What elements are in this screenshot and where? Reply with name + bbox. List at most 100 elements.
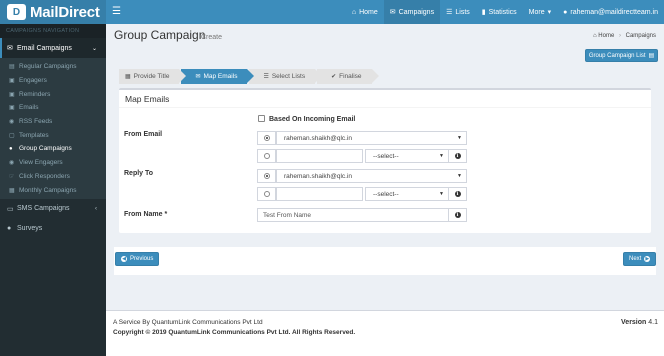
step-provide-title[interactable]: ▦ Provide Title [119, 69, 187, 84]
nav-user-label: raheman@maildirectteam.in [570, 8, 658, 16]
bars-icon[interactable]: ☰ [112, 6, 122, 18]
reply-to-radio-existing[interactable] [257, 169, 276, 183]
step-finalise[interactable]: ✔ Finalise [317, 69, 380, 84]
reply-to-select[interactable]: raheman.shaikh@qlc.in ▼ [276, 169, 467, 183]
from-email-domain-select[interactable]: --select-- ▼ [365, 149, 449, 163]
sidebar-item-label: Reminders [19, 90, 51, 98]
info-icon: i [454, 153, 461, 159]
radio-button [263, 173, 270, 179]
caret-down-icon: ▼ [439, 191, 444, 197]
list-icon: ▤ [9, 64, 15, 71]
from-email-radio-new[interactable] [257, 149, 276, 163]
caret-down-icon: ▼ [439, 153, 444, 159]
sidebar-item-surveys[interactable]: ● Surveys [0, 219, 106, 239]
arrow-right-icon: ▶ [644, 256, 651, 262]
reply-to-local-input[interactable] [276, 187, 363, 201]
sidebar-item-rss-feeds[interactable]: ◉ RSS Feeds [0, 115, 106, 129]
caret-down-icon: ▼ [457, 173, 462, 179]
nav-campaigns[interactable]: ✉ Campaigns [383, 0, 441, 24]
from-email-local-input[interactable] [276, 149, 363, 163]
sidebar-item-label: Surveys [17, 225, 43, 233]
sidebar-item-reminders[interactable]: ▣ Reminders [0, 87, 106, 101]
from-email-radio-existing[interactable] [257, 131, 276, 145]
reply-to-domain-select[interactable]: --select-- ▼ [365, 187, 449, 201]
nav-statistics[interactable]: ▮ Statistics [476, 0, 523, 24]
users-icon: ● [9, 145, 13, 152]
previous-button[interactable]: ◀ Previous [115, 252, 160, 266]
incoming-email-checkbox[interactable] [258, 115, 265, 122]
sidebar-submenu: ▤ Regular Campaigns ▣ Engagers ▣ Reminde… [0, 58, 106, 199]
nav-lists[interactable]: ☰ Lists [440, 0, 476, 24]
list-icon: ☰ [446, 9, 453, 16]
nav-home[interactable]: ⌂ Home [346, 0, 384, 24]
info-icon: i [454, 191, 461, 197]
reply-to-info-button[interactable]: i [448, 187, 467, 201]
sidebar-item-group-campaigns[interactable]: ● Group Campaigns [0, 142, 106, 156]
brand-logo[interactable]: D MailDirect [0, 0, 106, 24]
footer-version: Version 4.1 [621, 319, 658, 326]
top-nav-menu: ⌂ Home ✉ Campaigns ☰ Lists ▮ Statistics … [346, 0, 664, 24]
radio-button [263, 153, 270, 159]
footer: A Service By QuantumLink Communications … [106, 310, 664, 356]
envelope-icon: ✉ [7, 45, 13, 52]
wizard-steps: ▦ Provide Title ✉ Map Emails ☰ Select Li… [119, 69, 380, 84]
from-email-domain-placeholder: --select-- [373, 152, 399, 160]
sidebar-item-click-responders[interactable]: ☞ Click Responders [0, 170, 106, 184]
template-icon: ▢ [9, 132, 15, 139]
brand-name: MailDirect [30, 3, 100, 21]
breadcrumb-home[interactable]: Home [598, 33, 614, 39]
sidebar-header: CAMPAIGNS NAVIGATION [0, 24, 106, 38]
sidebar-item-monthly-campaigns[interactable]: ▦ Monthly Campaigns [0, 183, 106, 197]
caret-down-icon: ▼ [457, 135, 462, 141]
nav-campaigns-label: Campaigns [398, 8, 435, 16]
caret-down-icon: ▾ [547, 9, 552, 16]
nav-more-label: More [528, 8, 545, 16]
sidebar-item-regular-campaigns[interactable]: ▤ Regular Campaigns [0, 60, 106, 74]
reply-to-domain-placeholder: --select-- [373, 190, 399, 198]
group-campaign-list-button[interactable]: Group Campaign List ▤ [585, 49, 658, 62]
footer-copyright: Copyright © 2019 QuantumLink Communicati… [113, 329, 356, 336]
incoming-email-label: Based On Incoming Email [269, 116, 356, 123]
from-name-label: From Name * [124, 211, 168, 218]
sidebar-item-label: Emails [19, 104, 39, 112]
from-name-input[interactable]: Test From Name [257, 208, 450, 222]
sidebar-item-view-engagers[interactable]: ◉ View Engagers [0, 156, 106, 170]
map-emails-panel: Map Emails Based On Incoming Email From … [119, 88, 651, 233]
from-email-info-button[interactable]: i [448, 149, 467, 163]
from-name-value: Test From Name [263, 211, 312, 219]
sidebar-item-email-campaigns[interactable]: ✉ Email Campaigns ⌄ [0, 38, 106, 58]
chevron-down-icon: ⌄ [91, 45, 97, 52]
previous-button-label: Previous [130, 256, 154, 262]
top-navbar: D MailDirect ☰ ⌂ Home ✉ Campaigns ☰ List… [0, 0, 664, 24]
check-icon: ✔ [331, 74, 337, 80]
sidebar-item-engagers[interactable]: ▣ Engagers [0, 74, 106, 88]
sidebar-item-sms-campaigns[interactable]: ▭ SMS Campaigns ‹ [0, 199, 106, 219]
step-map-emails[interactable]: ✉ Map Emails [181, 69, 255, 84]
logo-badge-icon: D [7, 4, 26, 20]
sidebar-item-templates[interactable]: ▢ Templates [0, 128, 106, 142]
rss-icon: ◉ [9, 119, 15, 126]
from-email-select[interactable]: raheman.shaikh@qlc.in ▼ [276, 131, 467, 145]
sms-icon: ▭ [7, 205, 14, 213]
bar-chart-icon: ▮ [481, 9, 486, 16]
from-email-selected: raheman.shaikh@qlc.in [284, 134, 353, 142]
version-value: 4.1 [648, 319, 658, 326]
nav-user[interactable]: ● raheman@maildirectteam.in [557, 0, 664, 24]
nav-home-label: Home [359, 8, 378, 16]
step-label: Map Emails [203, 73, 238, 80]
sidebar-item-emails[interactable]: ▣ Emails [0, 101, 106, 115]
sidebar-item-label: Templates [19, 131, 49, 139]
from-name-info-button[interactable]: i [448, 208, 467, 222]
wizard-nav-area: ◀ Previous Next ▶ [114, 247, 657, 275]
grid-icon: ▦ [125, 74, 131, 80]
users-icon: ● [7, 225, 12, 233]
step-select-lists[interactable]: ☰ Select Lists [249, 69, 322, 84]
arrow-left-icon: ◀ [121, 256, 127, 262]
nav-more[interactable]: More ▾ [523, 0, 557, 24]
reply-to-radio-new[interactable] [257, 187, 276, 201]
sidebar-item-label: SMS Campaigns [17, 205, 70, 213]
breadcrumb-current: Campaigns [625, 33, 656, 39]
list-icon: ☰ [263, 74, 269, 80]
step-label: Finalise [339, 73, 362, 80]
next-button[interactable]: Next ▶ [623, 252, 657, 266]
